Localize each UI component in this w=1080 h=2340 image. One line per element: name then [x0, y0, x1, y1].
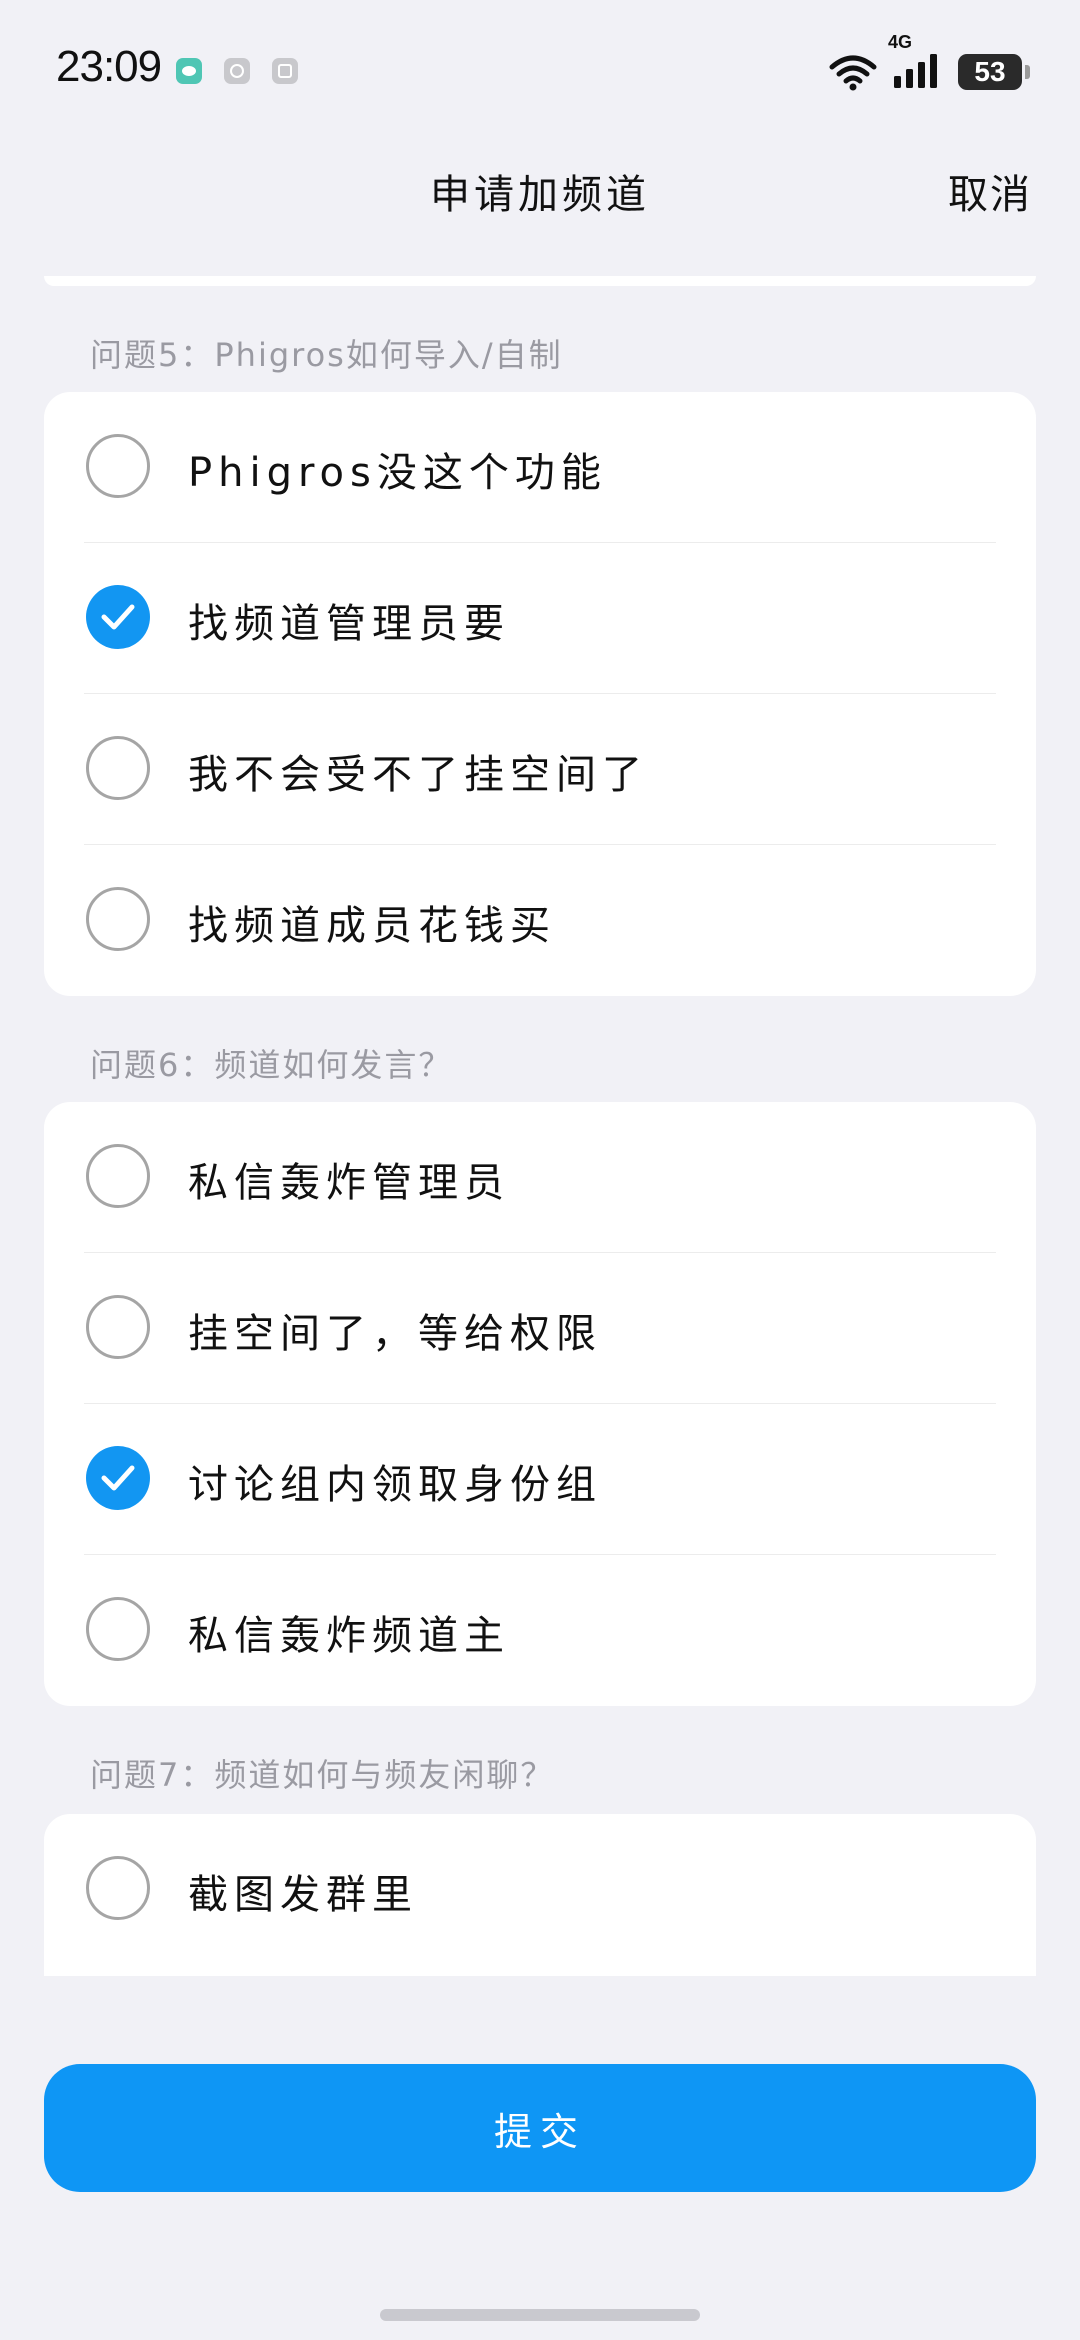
chat-app-icon: [176, 58, 202, 84]
q5-option-2[interactable]: 找频道管理员要: [44, 543, 1036, 694]
option-label: 找频道管理员要: [188, 601, 510, 647]
option-label: Phigros没这个功能: [188, 450, 607, 496]
q6-option-4[interactable]: 私信轰炸频道主: [44, 1555, 1036, 1706]
status-time: 23:09: [56, 42, 162, 91]
status-indicators: 4G 53: [828, 32, 1030, 92]
radio-unchecked-icon[interactable]: [86, 1856, 150, 1920]
question-5-card: Phigros没这个功能 找频道管理员要 我不会受不了挂空间了 找频道成员花钱买: [44, 392, 1036, 996]
q7-option-1[interactable]: 截图发群里: [44, 1814, 1036, 1965]
radio-unchecked-icon[interactable]: [86, 736, 150, 800]
nav-header: 申请加频道 取消: [0, 140, 1080, 240]
previous-question-card: [44, 276, 1036, 286]
cancel-button[interactable]: 取消: [948, 162, 1032, 220]
question-form[interactable]: 问题5：Phigros如何导入/自制 Phigros没这个功能 找频道管理员要 …: [0, 276, 1080, 1976]
option-label: 讨论组内领取身份组: [188, 1462, 602, 1508]
radio-unchecked-icon[interactable]: [86, 887, 150, 951]
battery-level: 53: [974, 56, 1006, 87]
submit-button[interactable]: 提交: [44, 2064, 1036, 2192]
option-label: 找频道成员花钱买: [188, 903, 556, 949]
radio-unchecked-icon[interactable]: [86, 1295, 150, 1359]
question-6-card: 私信轰炸管理员 挂空间了，等给权限 讨论组内领取身份组 私信轰炸频道主: [44, 1102, 1036, 1706]
q5-option-3[interactable]: 我不会受不了挂空间了: [44, 694, 1036, 845]
radio-unchecked-icon[interactable]: [86, 434, 150, 498]
wifi-icon: [829, 55, 877, 91]
signal-icon: [894, 54, 937, 88]
q6-option-2[interactable]: 挂空间了，等给权限: [44, 1253, 1036, 1404]
option-label: 截图发群里: [188, 1872, 418, 1918]
battery-indicator: 53: [958, 54, 1030, 90]
network-type: 4G: [888, 32, 913, 52]
q6-option-3[interactable]: 讨论组内领取身份组: [44, 1404, 1036, 1555]
q5-option-1[interactable]: Phigros没这个功能: [44, 392, 1036, 543]
radio-unchecked-icon[interactable]: [86, 1144, 150, 1208]
q5-option-4[interactable]: 找频道成员花钱买: [44, 845, 1036, 996]
option-label: 私信轰炸管理员: [188, 1160, 510, 1206]
q6-option-1[interactable]: 私信轰炸管理员: [44, 1102, 1036, 1253]
page-title: 申请加频道: [430, 172, 650, 218]
question-7-label: 问题7：频道如何与频友闲聊？: [90, 1756, 555, 1794]
question-6-label: 问题6：频道如何发言？: [90, 1046, 453, 1084]
home-indicator[interactable]: [380, 2309, 700, 2321]
radio-unchecked-icon[interactable]: [86, 1597, 150, 1661]
option-label: 我不会受不了挂空间了: [188, 752, 648, 798]
question-7-card: 截图发群里: [44, 1814, 1036, 1976]
cellular-signal: 4G: [888, 32, 944, 92]
option-label: 私信轰炸频道主: [188, 1613, 510, 1659]
join-channel-page: 23:09 4G 53 申请加频道 取消 问题5：Phigros如何导入/自制 …: [0, 0, 1080, 2340]
status-bar: 23:09 4G 53: [0, 0, 1080, 130]
sync-app-icon: [224, 58, 250, 84]
question-5-label: 问题5：Phigros如何导入/自制: [90, 336, 563, 374]
radio-checked-icon[interactable]: [86, 585, 150, 649]
status-app-icons: [176, 58, 298, 84]
gallery-app-icon: [272, 58, 298, 84]
battery-tip: [1025, 65, 1030, 79]
option-label: 挂空间了，等给权限: [188, 1311, 602, 1357]
radio-checked-icon[interactable]: [86, 1446, 150, 1510]
